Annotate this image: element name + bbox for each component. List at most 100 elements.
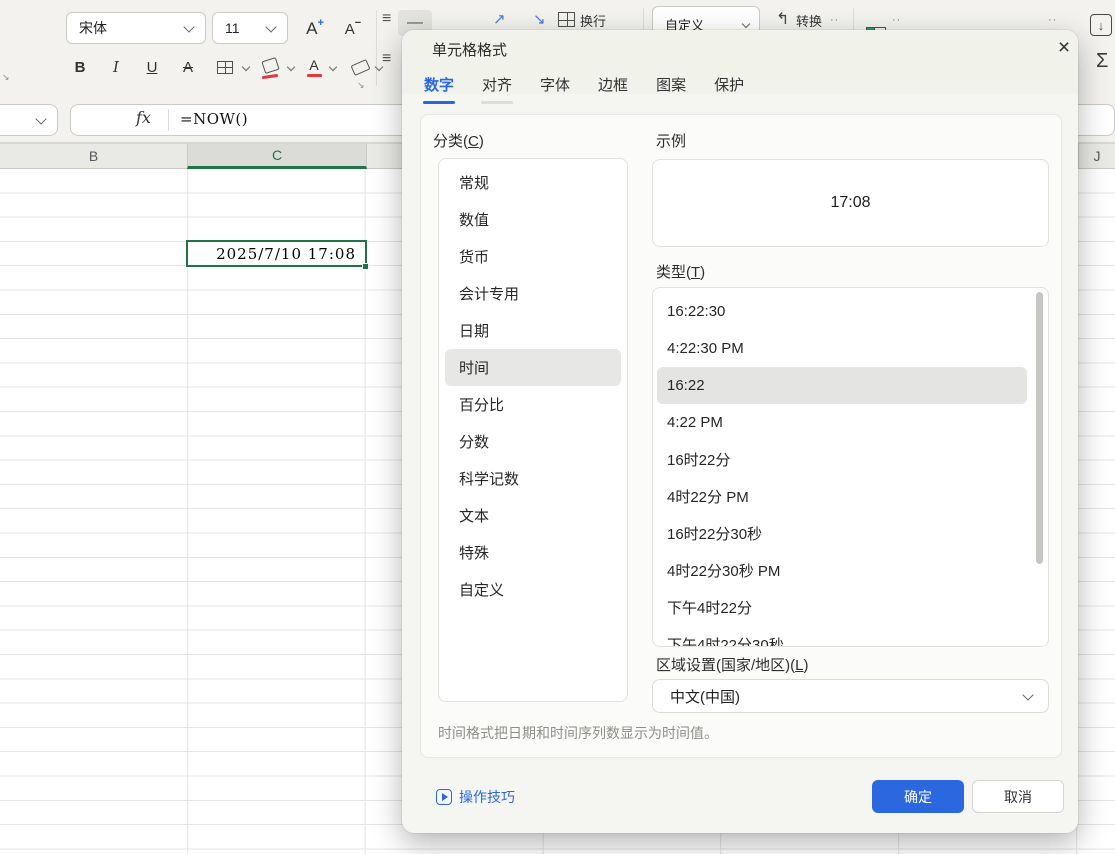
region-select[interactable]: 中文(中国): [652, 679, 1049, 713]
more-icon[interactable]: ··: [892, 14, 901, 26]
strikethrough-button[interactable]: A: [176, 52, 200, 82]
type-list: 16:22:30 4:22:30 PM 16:22 4:22 PM 16时22分…: [652, 287, 1049, 647]
align-left-icon[interactable]: ≡: [382, 50, 391, 68]
decrease-font-button[interactable]: A−: [336, 16, 370, 42]
example-label: 示例: [656, 130, 686, 151]
text-orientation-up-icon[interactable]: ↗: [493, 10, 506, 28]
underline-button[interactable]: U: [140, 52, 164, 82]
tab-border[interactable]: 边框: [598, 74, 628, 104]
type-item[interactable]: 4:22:30 PM: [653, 330, 1048, 367]
borders-icon: [217, 61, 233, 74]
convert-label[interactable]: 转换: [796, 11, 822, 30]
formula-bar-divider: [168, 109, 169, 131]
group-expand-icon[interactable]: ↘: [2, 72, 10, 83]
column-header-filler: [367, 143, 402, 169]
example-value: 17:08: [830, 194, 870, 212]
chevron-down-icon: [265, 21, 276, 32]
type-item[interactable]: 4:22 PM: [653, 404, 1048, 441]
category-item-text[interactable]: 文本: [439, 497, 627, 534]
insert-function-button[interactable]: fx: [136, 108, 151, 127]
type-item[interactable]: 16:22:30: [653, 293, 1048, 330]
ribbon-group-divider: [643, 8, 644, 30]
selected-cell[interactable]: 2025/7/10 17:08: [186, 240, 367, 267]
tab-pattern[interactable]: 图案: [656, 74, 686, 104]
region-value: 中文(中国): [653, 686, 1024, 707]
tab-protection[interactable]: 保护: [714, 74, 744, 104]
format-hint: 时间格式把日期和时间序列数显示为时间值。: [438, 723, 718, 743]
category-item-fraction[interactable]: 分数: [439, 423, 627, 460]
type-item[interactable]: 4时22分30秒 PM: [653, 552, 1048, 589]
group-expand-icon[interactable]: ↘: [357, 80, 365, 91]
category-label: 分类(C): [433, 130, 484, 151]
category-item-scientific[interactable]: 科学记数: [439, 460, 627, 497]
convert-icon[interactable]: ↰: [776, 9, 789, 29]
tips-label: 操作技巧: [459, 787, 515, 807]
category-item-date[interactable]: 日期: [439, 312, 627, 349]
font-size-combo[interactable]: 11: [212, 12, 288, 44]
type-item[interactable]: 下午4时22分: [653, 589, 1048, 626]
chevron-down-icon: [1022, 689, 1033, 700]
font-color-button[interactable]: A: [302, 52, 326, 82]
bold-button[interactable]: B: [68, 52, 92, 82]
type-item[interactable]: 4时22分 PM: [653, 478, 1048, 515]
more-icon[interactable]: ··: [830, 14, 839, 26]
category-item-number[interactable]: 数值: [439, 201, 627, 238]
font-name-value: 宋体: [67, 18, 185, 38]
column-header-c[interactable]: C: [187, 143, 367, 169]
text-orientation-down-icon[interactable]: ↘: [533, 10, 546, 28]
tab-alignment[interactable]: 对齐: [482, 74, 512, 104]
tab-number[interactable]: 数字: [424, 74, 454, 104]
scrollbar-thumb[interactable]: [1036, 292, 1043, 564]
chevron-down-icon: [35, 113, 46, 124]
wrap-text-icon[interactable]: [558, 12, 575, 27]
increase-font-button[interactable]: A+: [298, 16, 332, 42]
category-item-special[interactable]: 特殊: [439, 534, 627, 571]
font-name-combo[interactable]: 宋体: [66, 12, 206, 44]
name-box[interactable]: [0, 104, 58, 136]
fill-handle[interactable]: [362, 263, 369, 270]
fill-down-icon[interactable]: ↓: [1090, 14, 1112, 36]
type-item-selected[interactable]: 16:22: [657, 367, 1027, 404]
type-label: 类型(T): [656, 261, 705, 282]
tips-link[interactable]: 操作技巧: [436, 787, 515, 807]
fill-color-icon: [261, 57, 279, 74]
app-window: 宋体 11 A+ A− ≡ B I U A A ≡ ↘ ↘ — ↗ ↘ 换行 自…: [0, 0, 1115, 854]
borders-button[interactable]: [210, 52, 240, 82]
chevron-down-icon: [742, 20, 750, 28]
play-icon: [436, 789, 452, 805]
wrap-text-label[interactable]: 换行: [580, 11, 606, 30]
more-icon[interactable]: ··: [1048, 14, 1057, 26]
eraser-button[interactable]: [346, 52, 374, 82]
formula-input[interactable]: =NOW(): [180, 110, 248, 128]
selected-cell-value: 2025/7/10 17:08: [216, 245, 356, 263]
close-icon[interactable]: ×: [1052, 36, 1076, 60]
autosum-icon[interactable]: Σ: [1096, 50, 1108, 73]
tab-font[interactable]: 字体: [540, 74, 570, 104]
category-item-custom[interactable]: 自定义: [439, 571, 627, 608]
category-item-percentage[interactable]: 百分比: [439, 386, 627, 423]
category-item-time[interactable]: 时间: [445, 349, 621, 386]
dialog-title: 单元格格式: [432, 39, 507, 60]
font-size-value: 11: [213, 20, 267, 36]
number-tab-panel: 分类(C) 常规 数值 货币 会计专用 日期 时间 百分比 分数 科学记数 文本…: [420, 114, 1062, 758]
type-item[interactable]: 16时22分30秒: [653, 515, 1048, 552]
type-item[interactable]: 下午4时22分30秒: [653, 626, 1048, 647]
category-item-currency[interactable]: 货币: [439, 238, 627, 275]
font-color-swatch: [307, 74, 322, 77]
category-item-accounting[interactable]: 会计专用: [439, 275, 627, 312]
cell-format-dialog: 单元格格式 × 数字 对齐 字体 边框 图案 保护 分类(C) 常规 数值 货币…: [402, 30, 1078, 833]
column-header-j[interactable]: J: [1078, 143, 1115, 169]
cancel-button[interactable]: 取消: [972, 780, 1064, 813]
category-item-general[interactable]: 常规: [439, 164, 627, 201]
italic-button[interactable]: I: [104, 52, 128, 82]
chevron-down-icon: [183, 21, 194, 32]
column-header-b[interactable]: B: [0, 143, 187, 169]
dialog-tabs: 数字 对齐 字体 边框 图案 保护: [424, 74, 744, 104]
region-label: 区域设置(国家/地区)(L): [656, 654, 809, 675]
ok-button[interactable]: 确定: [872, 780, 964, 813]
category-list: 常规 数值 货币 会计专用 日期 时间 百分比 分数 科学记数 文本 特殊 自定…: [438, 158, 628, 702]
ribbon-group-divider: [853, 8, 854, 30]
fill-color-button[interactable]: [256, 52, 284, 82]
type-item[interactable]: 16时22分: [653, 441, 1048, 478]
align-top-icon[interactable]: ≡: [382, 10, 391, 28]
